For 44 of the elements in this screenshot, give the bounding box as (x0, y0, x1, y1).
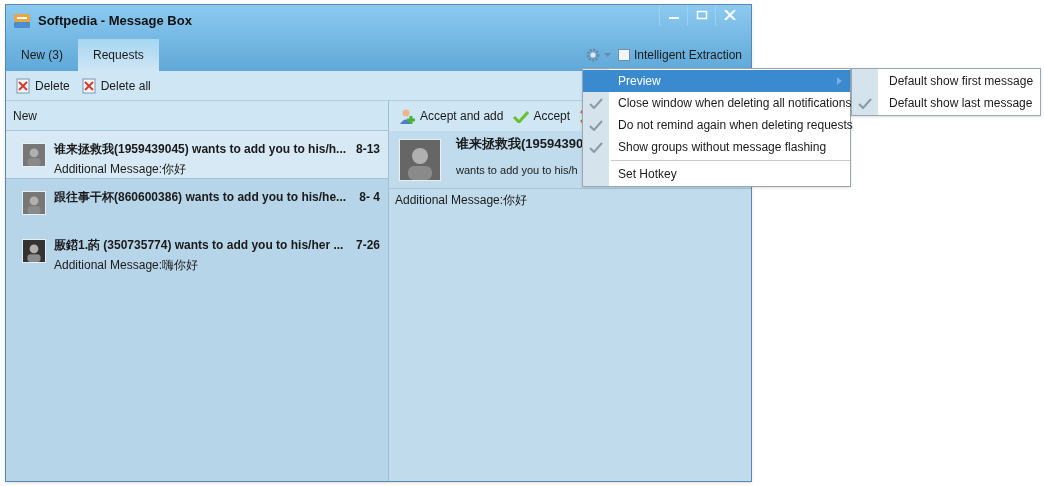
additional-message: Additional Message:你好 (395, 193, 528, 207)
request-item[interactable]: 厫鍣1.菂 (350735774) wants to add you to his/her ... 7-26 Additional Message:嗨你好 (6, 227, 388, 275)
action-button[interactable]: Accept (513, 107, 571, 125)
tab[interactable]: Requests (78, 39, 159, 71)
check-icon (858, 97, 872, 109)
request-title: 跟往事干杯(860600386) wants to add you to his/he... (54, 189, 347, 206)
checkbox-label: Intelligent Extraction (633, 47, 742, 64)
request-item[interactable]: 跟往事干杯(860600386) wants to add you to his/he... 8- 4 (6, 179, 388, 227)
delete-icon (81, 77, 96, 94)
request-date: 8-13 (355, 141, 380, 158)
window-title: Softpedia - Message Box (38, 12, 192, 31)
tab[interactable]: New (3) (6, 39, 78, 71)
check-icon (589, 141, 603, 153)
request-title: 谁来拯救我(1959439045) wants to add you to his/h... (54, 141, 347, 158)
submenu-arrow-icon (837, 77, 842, 85)
additional-message: Additional Message:嗨你好 (54, 257, 200, 274)
checkbox[interactable] (617, 49, 630, 61)
additional-message: Additional Message:你好 (54, 161, 188, 178)
check-icon (589, 119, 603, 131)
user-add-icon (399, 107, 416, 125)
list-header: New (13, 107, 37, 125)
toolbar-button[interactable]: Delete all (81, 76, 151, 95)
menu-item[interactable]: Default show last message (852, 92, 1040, 114)
menu-item[interactable]: Set Hotkey (583, 163, 850, 185)
menu-item[interactable]: Preview (583, 70, 850, 92)
request-item[interactable]: 谁来拯救我(1959439045) wants to add you to his/h... 8-13 Additional Message:你好 (6, 131, 388, 179)
close-icon (723, 10, 736, 20)
message-box-icon (14, 14, 30, 28)
request-date: 8- 4 (359, 189, 380, 206)
sender-name: 谁来拯救我(19594390 (456, 135, 584, 153)
menu-item[interactable]: Default show first message (852, 70, 1040, 92)
delete-icon (16, 77, 30, 94)
menu-item[interactable]: Close window when deleting all notifications (583, 92, 850, 114)
minimize-icon (668, 17, 679, 19)
request-text: wants to add you to his/h (456, 162, 579, 178)
request-date: 7-26 (355, 237, 380, 254)
check-icon (589, 97, 603, 109)
maximize-icon (695, 10, 708, 20)
settings-icon[interactable] (585, 48, 612, 62)
toolbar-button[interactable]: Delete (16, 76, 70, 95)
action-button[interactable]: Accept and add (399, 107, 504, 125)
checkmark-icon (513, 109, 530, 123)
menu-item[interactable]: Show groups without message flashing (583, 136, 850, 158)
request-title: 厫鍣1.菂 (350735774) wants to add you to his/her ... (54, 237, 344, 254)
